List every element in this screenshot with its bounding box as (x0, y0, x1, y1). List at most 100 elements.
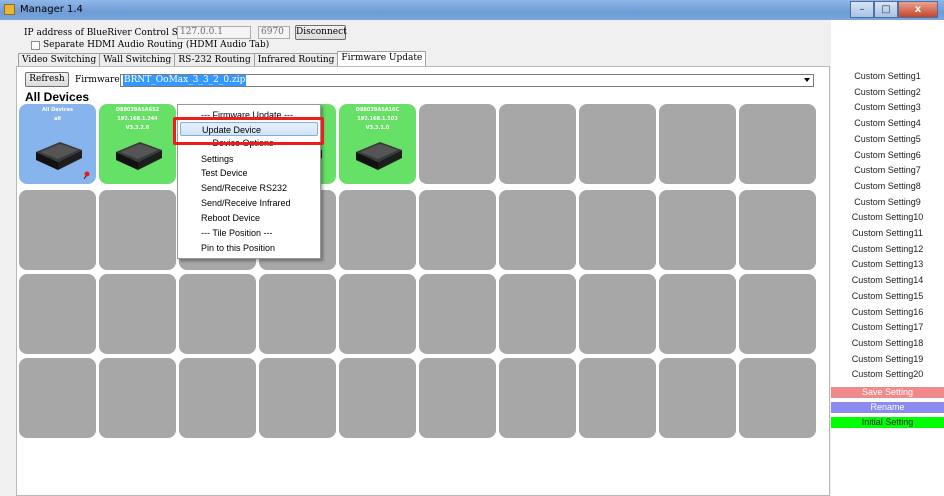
device-tile[interactable] (499, 274, 576, 354)
custom-setting-item[interactable]: Custom Setting7 (831, 165, 944, 175)
minimize-button[interactable]: – (850, 1, 874, 18)
app-icon (4, 4, 15, 15)
device-tile[interactable] (19, 274, 96, 354)
device-tile[interactable] (99, 190, 176, 270)
server-ip-field[interactable]: 127.0.0.1 (177, 26, 251, 39)
close-button[interactable]: x (898, 1, 938, 18)
device-version: V3.3.2.6 (125, 125, 150, 131)
menu-item[interactable]: Test Device (201, 166, 248, 180)
main-client: IP address of BlueRiver Control Server 1… (0, 20, 944, 496)
window-title: Manager 1.4 (20, 4, 83, 15)
device-tile[interactable] (659, 358, 736, 438)
device-tile[interactable] (739, 274, 816, 354)
custom-settings-column: Custom Setting1 Custom Setting2 Custom Set… (831, 20, 944, 496)
custom-setting-item[interactable]: Custom Setting8 (831, 181, 944, 191)
device-ip: 192.168.1.244 (117, 116, 158, 122)
menu-item[interactable]: Send/Receive RS232 (201, 181, 287, 195)
save-setting-button[interactable]: Save Setting (831, 387, 944, 398)
pin-icon (83, 171, 90, 179)
device-tile[interactable] (659, 190, 736, 270)
device-tile[interactable]: D88039A5A16C 192.168.1.103 V3.3.1.0 (339, 104, 416, 184)
device-version: V3.3.1.0 (365, 125, 390, 131)
custom-setting-item[interactable]: Custom Setting18 (831, 338, 944, 348)
custom-setting-item[interactable]: Custom Setting13 (831, 259, 944, 269)
device-ip: all (54, 116, 61, 122)
custom-setting-item[interactable]: Custom Setting2 (831, 87, 944, 97)
device-tile[interactable] (99, 358, 176, 438)
custom-setting-item[interactable]: Custom Setting19 (831, 354, 944, 364)
device-tile[interactable] (419, 104, 496, 184)
custom-setting-item[interactable]: Custom Setting12 (831, 244, 944, 254)
tab-video-switching[interactable]: Video Switching (18, 53, 101, 66)
custom-setting-item[interactable]: Custom Setting11 (831, 228, 944, 238)
custom-setting-item[interactable]: Custom Setting1 (831, 71, 944, 81)
rename-button[interactable]: Rename (831, 402, 944, 413)
menu-item[interactable]: Send/Receive Infrared (201, 196, 291, 210)
device-tile[interactable] (179, 274, 256, 354)
device-tile[interactable] (419, 190, 496, 270)
device-name: All Devices (42, 107, 73, 113)
server-address-label: IP address of BlueRiver Control Server (24, 28, 203, 38)
device-name: D88039A5A6S2 (115, 107, 160, 113)
separate-hdmi-label: Separate HDMI Audio Routing (HDMI Audio … (43, 40, 270, 50)
custom-setting-item[interactable]: Custom Setting14 (831, 275, 944, 285)
tab-wall-switching[interactable]: Wall Switching (99, 53, 176, 66)
refresh-button[interactable]: Refresh (25, 72, 69, 87)
device-tile[interactable] (259, 358, 336, 438)
custom-setting-item[interactable]: Custom Setting15 (831, 291, 944, 301)
custom-setting-item[interactable]: Custom Setting6 (831, 150, 944, 160)
custom-setting-item[interactable]: Custom Setting20 (831, 369, 944, 379)
device-tile[interactable] (579, 274, 656, 354)
server-port-field[interactable]: 6970 (258, 26, 290, 39)
custom-setting-item[interactable]: Custom Setting3 (831, 102, 944, 112)
title-bar: Manager 1.4 – □ x (0, 0, 944, 20)
tab-rs232-routing[interactable]: RS-232 Routing (174, 53, 255, 66)
device-tile[interactable] (259, 274, 336, 354)
device-tile[interactable] (19, 358, 96, 438)
device-tile[interactable] (739, 358, 816, 438)
device-box-icon (356, 142, 402, 170)
device-tile[interactable] (579, 190, 656, 270)
device-tile[interactable] (739, 104, 816, 184)
menu-item[interactable]: Reboot Device (201, 211, 260, 225)
tab-infrared-routing[interactable]: Infrared Routing (253, 53, 339, 66)
firmware-file-select[interactable]: BRNT_OoMax_3_3_2_0.zip (120, 74, 814, 87)
device-tile[interactable] (419, 358, 496, 438)
device-tile[interactable] (579, 358, 656, 438)
device-box-icon (116, 142, 162, 170)
menu-item[interactable]: Pin to this Position (201, 241, 275, 255)
device-tile[interactable] (659, 274, 736, 354)
maximize-button[interactable]: □ (874, 1, 898, 18)
disconnect-button[interactable]: Disconnect (295, 25, 347, 40)
dropdown-arrow-icon[interactable] (804, 78, 810, 82)
device-tile[interactable] (419, 274, 496, 354)
device-tile[interactable]: D88039A5A6S2 192.168.1.244 V3.3.2.6 (99, 104, 176, 184)
device-tile[interactable] (499, 190, 576, 270)
device-tile[interactable] (179, 358, 256, 438)
window-controls: – □ x (850, 1, 938, 18)
custom-setting-item[interactable]: Custom Setting10 (831, 212, 944, 222)
custom-setting-item[interactable]: Custom Setting9 (831, 197, 944, 207)
firmware-file-value: BRNT_OoMax_3_3_2_0.zip (123, 75, 247, 86)
custom-setting-item[interactable]: Custom Setting5 (831, 134, 944, 144)
device-tile[interactable] (659, 104, 736, 184)
device-tile[interactable] (99, 274, 176, 354)
device-tile[interactable] (499, 104, 576, 184)
menu-item[interactable]: Settings (201, 152, 234, 166)
device-tile[interactable] (739, 190, 816, 270)
device-tile[interactable] (339, 190, 416, 270)
initial-setting-button[interactable]: Initial Setting (831, 417, 944, 428)
custom-setting-item[interactable]: Custom Setting17 (831, 322, 944, 332)
separate-hdmi-checkbox[interactable] (31, 41, 40, 50)
device-tile[interactable] (339, 274, 416, 354)
device-name: D88039A5A16C (355, 107, 400, 113)
device-tile[interactable] (339, 358, 416, 438)
device-tile[interactable] (579, 104, 656, 184)
tab-bar: Video Switching Wall Switching RS-232 Ro… (18, 51, 427, 67)
custom-setting-item[interactable]: Custom Setting16 (831, 307, 944, 317)
device-tile[interactable]: All Devices all (19, 104, 96, 184)
tab-firmware-update[interactable]: Firmware Update (337, 51, 427, 67)
custom-setting-item[interactable]: Custom Setting4 (831, 118, 944, 128)
device-tile[interactable] (19, 190, 96, 270)
device-tile[interactable] (499, 358, 576, 438)
